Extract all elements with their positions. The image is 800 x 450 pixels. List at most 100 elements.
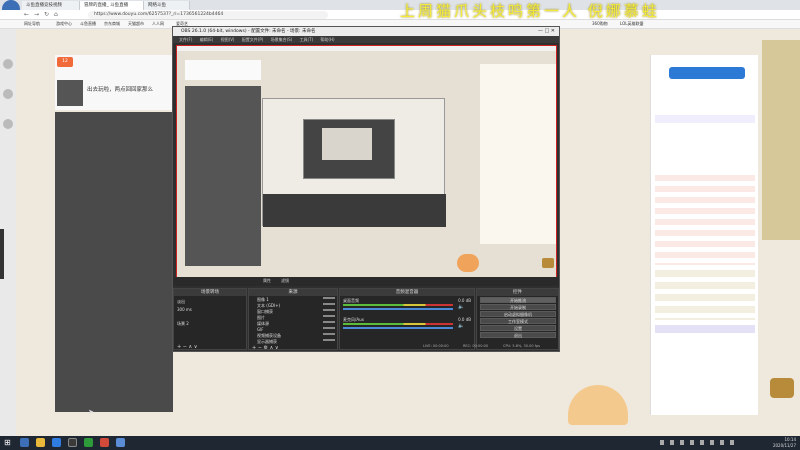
- obs-window: OBS 26.1.0 (64-bit, windows) - 配置文件: 未命名…: [172, 26, 560, 352]
- transition-duration[interactable]: 300 ms: [177, 307, 192, 312]
- captured-header-card: [185, 60, 261, 80]
- browser-tab-active[interactable]: 冒牌的直播_ 斗鱼直播: [80, 1, 144, 10]
- obs-titlebar: OBS 26.1.0 (64-bit, windows) - 配置文件: 未命名…: [173, 27, 559, 36]
- start-icon[interactable]: ⊞: [4, 438, 11, 447]
- captured-nested-preview-inner: [322, 128, 372, 160]
- refresh-icon[interactable]: ↻: [44, 11, 49, 18]
- exit-button[interactable]: 退出: [480, 332, 556, 338]
- bookmark-item[interactable]: LOL英雄联盟: [620, 21, 643, 27]
- mixer-volume-slider[interactable]: [343, 308, 453, 310]
- speaker-icon[interactable]: 🔈: [458, 304, 464, 310]
- filters-button[interactable]: 滤镜: [281, 278, 289, 284]
- captured-nested-preview: [303, 119, 395, 179]
- bookmark-item[interactable]: 游戏中心: [56, 21, 72, 27]
- captured-obs-docks: [263, 194, 446, 227]
- mixer-level-meter: [343, 323, 453, 325]
- captured-mascot-icon: [542, 258, 554, 268]
- menu-view[interactable]: 视图(V): [221, 37, 235, 42]
- sidebar-icon[interactable]: [3, 89, 13, 99]
- start-recording-button[interactable]: 开始录制: [480, 304, 556, 310]
- scene-add-remove-buttons[interactable]: + − ∧ ∨: [177, 344, 197, 350]
- app-taskbar-icon[interactable]: [100, 438, 109, 447]
- live-room-title: 出去玩啦，两点回回家那么: [87, 87, 154, 93]
- app-taskbar-icon[interactable]: [116, 438, 125, 447]
- windows-taskbar: ⊞ 10:14 2020/11/27: [0, 436, 800, 450]
- obs-menubar: 文件(F) 编辑(E) 视图(V) 配置文件(P) 场景集合(S) 工具(T) …: [173, 36, 559, 43]
- streamer-avatar[interactable]: [57, 80, 83, 106]
- studio-mode-button[interactable]: 工作室模式: [480, 318, 556, 324]
- bookmark-item[interactable]: 网址导航: [24, 21, 40, 27]
- transition-type-select[interactable]: 淡出: [177, 299, 185, 305]
- menu-profile[interactable]: 配置文件(P): [242, 37, 264, 42]
- chat-message-list: [655, 270, 755, 320]
- mixer-dock-header: 音频混音器: [340, 289, 474, 296]
- speaker-icon[interactable]: 🔈: [458, 323, 464, 329]
- app-taskbar-icon[interactable]: [84, 438, 93, 447]
- start-virtual-camera-button[interactable]: 启动虚拟摄像机: [480, 311, 556, 317]
- streamer-header-card: 12 出去玩啦，两点回回家那么: [55, 55, 173, 110]
- sidebar-collapse-handle[interactable]: [0, 229, 4, 279]
- bookmark-item[interactable]: 人人网: [152, 21, 164, 27]
- browser-tab[interactable]: 斗鱼直播竞技视频: [22, 1, 80, 10]
- menu-edit[interactable]: 编辑(E): [200, 37, 214, 42]
- source-item[interactable]: GIF: [257, 327, 264, 332]
- live-timer: LIVE: 00:00:00: [423, 344, 449, 348]
- menu-tools[interactable]: 工具(T): [300, 37, 314, 42]
- file-explorer-icon[interactable]: [36, 438, 45, 447]
- sidebar-icon[interactable]: [3, 119, 13, 129]
- bookmark-item[interactable]: 天猫超市: [128, 21, 144, 27]
- window-controls[interactable]: — □ ✕: [538, 27, 555, 36]
- scene-list-item[interactable]: 场景 2: [177, 321, 189, 327]
- mixer-channel-db: 0.0 dB: [458, 317, 471, 322]
- search-icon[interactable]: [20, 438, 29, 447]
- context-bar: 属性 滤镜: [173, 277, 559, 286]
- system-tray-icons[interactable]: [660, 440, 740, 445]
- source-add-remove-buttons[interactable]: + − ⚙ ∧ ∨: [252, 345, 279, 351]
- chat-rank-bar: [655, 115, 755, 123]
- source-visibility-lock-icons[interactable]: [323, 297, 335, 343]
- cpu-fps: CPU: 5.8%, 30.00 fps: [503, 344, 540, 348]
- scenes-dock: 场景转场 淡出 300 ms 场景 2 + − ∧ ∨: [173, 288, 247, 350]
- bookmark-item[interactable]: 斗鱼直播: [80, 21, 96, 27]
- sidebar-icon[interactable]: [3, 59, 13, 69]
- settings-button[interactable]: 设置: [480, 325, 556, 331]
- scenes-dock-header: 场景转场: [174, 289, 246, 296]
- browser-taskbar-icon[interactable]: [52, 438, 61, 447]
- sources-dock-header: 来源: [249, 289, 337, 296]
- mixer-volume-slider[interactable]: [343, 327, 453, 329]
- bookmark-item[interactable]: 360购物: [592, 21, 608, 27]
- gift-promo-banner[interactable]: [669, 67, 745, 79]
- forward-icon[interactable]: →: [34, 11, 39, 18]
- mixer-channel-db: 0.0 dB: [458, 298, 471, 303]
- captured-obs-window: [262, 98, 446, 227]
- audio-mixer-dock: 音频混音器 桌面音频 0.0 dB 🔈 麦克风/Aux 0.0 dB 🔈: [339, 288, 475, 350]
- properties-button[interactable]: 属性: [263, 278, 271, 284]
- follower-count-badge: 12: [57, 57, 73, 67]
- address-bar[interactable]: https://www.douyu.com/6257537?_ri=173656…: [88, 11, 328, 19]
- bookmark-item[interactable]: 京东商城: [104, 21, 120, 27]
- mascot-icon[interactable]: [770, 378, 794, 398]
- start-streaming-button[interactable]: 开始推流: [480, 297, 556, 303]
- menu-file[interactable]: 文件(F): [179, 37, 192, 42]
- home-icon[interactable]: ⌂: [54, 11, 58, 18]
- captured-pet-widget: [457, 254, 479, 272]
- overlay-banner-text: 上周猫爪头枝鸣第一人 倪娜慕蛙: [400, 2, 660, 20]
- controls-dock-header: 控件: [477, 289, 558, 296]
- captured-chat-panel: [480, 64, 556, 244]
- menu-help[interactable]: 帮助(H): [320, 37, 334, 42]
- cursor-icon: ➤: [88, 408, 94, 416]
- menu-scene-collection[interactable]: 场景集合(S): [271, 37, 293, 42]
- event-side-banner[interactable]: [762, 40, 800, 240]
- back-icon[interactable]: ←: [24, 11, 29, 18]
- obs-taskbar-icon[interactable]: [68, 438, 77, 447]
- chat-message-list: [655, 175, 755, 265]
- chat-system-message: [655, 325, 755, 333]
- captured-browser-bar: [177, 46, 556, 51]
- sources-dock: 来源 图像 1 文本 (GDI+) 窗口捕获 图片 媒体源 GIF 视频捕获设备…: [248, 288, 338, 351]
- obs-preview-canvas[interactable]: [176, 45, 557, 286]
- site-left-sidebar: [0, 29, 16, 436]
- taskbar-clock[interactable]: 10:14 2020/11/27: [773, 437, 796, 449]
- browser-tab[interactable]: 网络斗鱼: [144, 1, 190, 10]
- video-player-area[interactable]: [55, 112, 173, 412]
- clock-date: 2020/11/27: [772, 443, 796, 448]
